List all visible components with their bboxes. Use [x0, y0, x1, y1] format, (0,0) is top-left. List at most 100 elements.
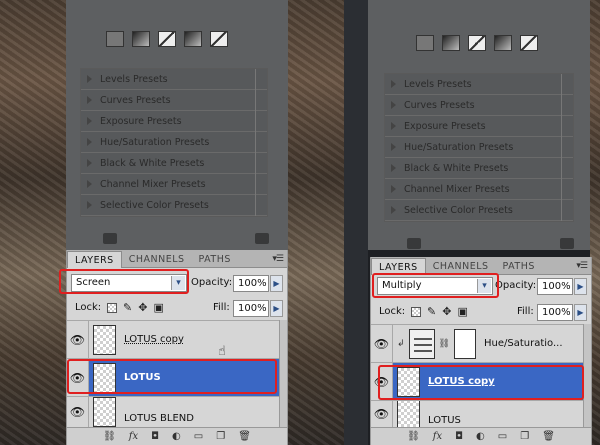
levels-icon[interactable]	[132, 31, 150, 47]
hand-cursor-icon: ☝	[218, 344, 226, 359]
preset-item[interactable]: Hue/Saturation Presets	[385, 137, 573, 158]
mask-icon[interactable]: ◘	[151, 431, 159, 442]
link-icon[interactable]: ⛓	[407, 431, 420, 442]
layer-row[interactable]: 👁 LOTUS	[371, 400, 583, 427]
presets-list-left: Levels Presets Curves Presets Exposure P…	[80, 68, 268, 217]
lock-transparency-icon[interactable]	[107, 302, 117, 313]
lock-brush-icon[interactable]: ✎	[427, 305, 436, 318]
lock-all-icon[interactable]: ▣	[153, 301, 163, 314]
trash-icon[interactable]: 🗑	[238, 431, 251, 442]
eye-icon[interactable]: 👁	[371, 325, 393, 362]
presets-scrollbar[interactable]	[561, 74, 573, 221]
levels-icon[interactable]	[442, 35, 460, 51]
adjustment-icon[interactable]: ◐	[172, 431, 181, 442]
fill-arrow-icon[interactable]: ▶	[270, 300, 283, 317]
presets-scrollbar[interactable]	[255, 69, 267, 216]
opacity-arrow-icon[interactable]: ▶	[574, 278, 587, 295]
new-layer-icon[interactable]: ❐	[520, 431, 529, 442]
preset-item[interactable]: Curves Presets	[385, 95, 573, 116]
link-icon[interactable]: ⛓	[439, 339, 450, 349]
tab-paths[interactable]: PATHS	[192, 251, 238, 267]
lock-transparency-icon[interactable]	[411, 306, 421, 317]
exposure-icon[interactable]	[184, 31, 202, 47]
preset-item[interactable]: Levels Presets	[81, 69, 267, 90]
lock-move-icon[interactable]: ✥	[138, 301, 147, 314]
fx-icon[interactable]: fx	[129, 431, 138, 442]
highlight-selected-layer	[67, 359, 277, 394]
lock-move-icon[interactable]: ✥	[442, 305, 451, 318]
preset-item[interactable]: Selective Color Presets	[385, 200, 573, 221]
adjustment-icon[interactable]: ◐	[476, 431, 485, 442]
background-dark-strip	[344, 0, 368, 445]
preset-item[interactable]: Black & White Presets	[385, 158, 573, 179]
background-photo-left	[0, 0, 66, 445]
layer-row[interactable]: 👁 ↲ ⛓ Hue/Saturatio...	[371, 324, 583, 362]
preset-item[interactable]: Channel Mixer Presets	[385, 179, 573, 200]
lock-brush-icon[interactable]: ✎	[123, 301, 132, 314]
fill-arrow-icon[interactable]: ▶	[574, 304, 587, 321]
eye-icon[interactable]: 👁	[371, 401, 393, 427]
vibrance-icon[interactable]	[210, 31, 228, 47]
adjustment-icons-right	[416, 35, 538, 51]
preset-item[interactable]: Hue/Saturation Presets	[81, 132, 267, 153]
folder-icon[interactable]: ▭	[498, 431, 507, 442]
expand-triangle-icon	[391, 185, 396, 193]
expand-triangle-icon	[87, 96, 92, 104]
expand-triangle-icon	[391, 122, 396, 130]
fill-input[interactable]: 100%	[537, 304, 573, 321]
tab-channels[interactable]: CHANNELS	[426, 258, 496, 274]
clip-arrow-icon: ↲	[397, 338, 405, 349]
mask-icon[interactable]: ◘	[455, 431, 463, 442]
vibrance-icon[interactable]	[520, 35, 538, 51]
brightness-icon[interactable]	[416, 35, 434, 51]
panel-footer-icon[interactable]	[407, 238, 421, 249]
panel-footer-icon[interactable]	[103, 233, 117, 244]
expand-triangle-icon	[391, 164, 396, 172]
preset-item[interactable]: Selective Color Presets	[81, 195, 267, 216]
opacity-arrow-icon[interactable]: ▶	[270, 275, 283, 292]
preset-item[interactable]: Exposure Presets	[81, 111, 267, 132]
preset-item[interactable]: Black & White Presets	[81, 153, 267, 174]
mask-thumbnail	[453, 328, 476, 359]
lock-label: Lock:	[75, 302, 102, 313]
layer-thumbnail	[93, 397, 116, 427]
tab-paths[interactable]: PATHS	[496, 258, 542, 274]
panel-menu-icon[interactable]: ▾☰	[576, 261, 588, 271]
panel-menu-icon[interactable]: ▾☰	[272, 254, 284, 264]
layer-row[interactable]: 👁 LOTUS BLEND	[67, 396, 279, 427]
exposure-icon[interactable]	[494, 35, 512, 51]
layer-row[interactable]: 👁 LOTUS copy	[67, 320, 279, 358]
layers-scrollbar[interactable]	[279, 320, 287, 427]
lock-all-icon[interactable]: ▣	[457, 305, 467, 318]
lock-options: ✎ ✥ ▣	[107, 301, 164, 314]
eye-icon[interactable]: 👁	[67, 397, 89, 427]
fx-icon[interactable]: fx	[433, 431, 442, 442]
brightness-icon[interactable]	[106, 31, 124, 47]
fill-label: Fill:	[517, 306, 534, 317]
trash-icon[interactable]: 🗑	[542, 431, 555, 442]
preset-item[interactable]: Channel Mixer Presets	[81, 174, 267, 195]
fill-input[interactable]: 100%	[233, 300, 269, 317]
curves-icon[interactable]	[468, 35, 486, 51]
folder-icon[interactable]: ▭	[194, 431, 203, 442]
preset-item[interactable]: Levels Presets	[385, 74, 573, 95]
preset-item[interactable]: Exposure Presets	[385, 116, 573, 137]
panel-footer-icon[interactable]	[255, 233, 269, 244]
opacity-input[interactable]: 100%	[233, 275, 269, 292]
curves-icon[interactable]	[158, 31, 176, 47]
opacity-input[interactable]: 100%	[537, 278, 573, 295]
background-photo-middle	[288, 0, 344, 445]
new-layer-icon[interactable]: ❐	[216, 431, 225, 442]
tab-layers[interactable]: LAYERS	[67, 251, 122, 268]
expand-triangle-icon	[391, 206, 396, 214]
eye-icon[interactable]: 👁	[67, 321, 89, 358]
layer-name: Hue/Saturatio...	[483, 338, 563, 349]
layer-name: LOTUS BLEND	[124, 412, 194, 424]
expand-triangle-icon	[87, 201, 92, 209]
panel-footer-icon[interactable]	[560, 238, 574, 249]
tab-channels[interactable]: CHANNELS	[122, 251, 192, 267]
layers-scrollbar[interactable]	[583, 324, 591, 427]
layer-name: LOTUS copy	[124, 334, 184, 345]
preset-item[interactable]: Curves Presets	[81, 90, 267, 111]
link-icon[interactable]: ⛓	[103, 431, 116, 442]
